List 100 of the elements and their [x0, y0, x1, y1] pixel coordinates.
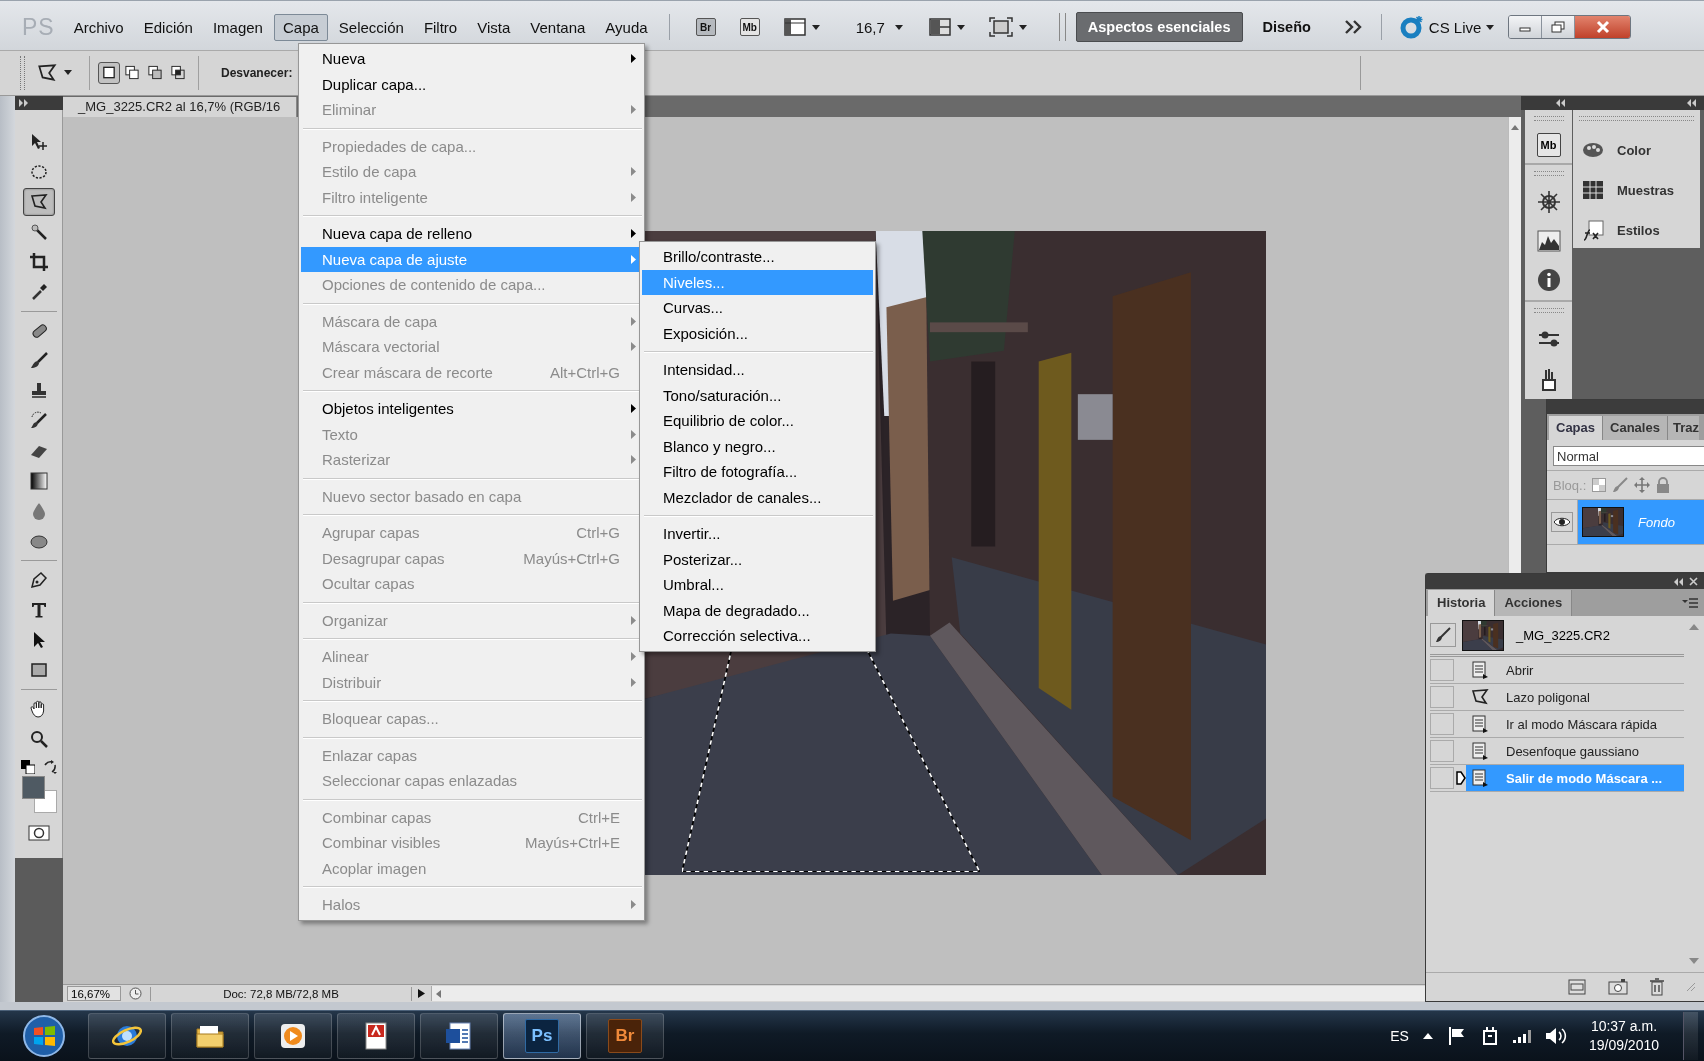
menu-item[interactable]: Corrección selectiva...: [642, 623, 873, 649]
panel-tab[interactable]: Traz: [1667, 416, 1699, 440]
clock-icon[interactable]: [129, 987, 142, 1001]
panel-menu-icon[interactable]: [1682, 597, 1698, 608]
bridge-button[interactable]: Br: [695, 18, 716, 37]
mini-bridge-button[interactable]: Mb: [1536, 132, 1561, 157]
show-hidden-icons-icon[interactable]: [1422, 1033, 1433, 1039]
menu-item[interactable]: Mezclador de canales...: [642, 484, 873, 510]
visibility-toggle[interactable]: [1551, 512, 1573, 532]
snapshot-name[interactable]: _MG_3225.CR2: [1516, 627, 1610, 643]
cs-live-button[interactable]: CS Live: [1399, 15, 1495, 40]
screen-mode-button[interactable]: [988, 17, 1027, 38]
workspace-button[interactable]: Diseño: [1250, 12, 1323, 43]
play-arrow-icon[interactable]: [418, 989, 425, 999]
menu-item[interactable]: Ayuda: [596, 13, 657, 41]
camera-icon[interactable]: [1608, 979, 1628, 995]
taskbar-button[interactable]: [88, 1013, 166, 1059]
start-button[interactable]: [22, 1014, 66, 1058]
blend-mode-field[interactable]: Normal: [1553, 446, 1704, 466]
menu-item[interactable]: Nueva: [301, 46, 642, 72]
language-indicator[interactable]: ES: [1390, 1028, 1409, 1044]
menu-item[interactable]: Posterizar...: [642, 546, 873, 572]
expand-icon[interactable]: [19, 98, 29, 107]
speaker-icon[interactable]: [1544, 1026, 1567, 1046]
vertical-scrollbar[interactable]: [1508, 116, 1521, 573]
menu-item[interactable]: Selección: [329, 13, 413, 41]
close-icon[interactable]: [1689, 577, 1698, 586]
resize-grip-icon[interactable]: [1686, 982, 1696, 992]
panel-tab[interactable]: Capas: [1549, 416, 1604, 440]
clock[interactable]: 10:37 a.m. 19/09/2010: [1588, 1017, 1659, 1055]
menu-item[interactable]: Blanco y negro...: [642, 433, 873, 459]
menu-item[interactable]: Duplicar capa...: [301, 71, 642, 97]
collapse-icon[interactable]: [1673, 577, 1683, 586]
trash-icon[interactable]: [1650, 978, 1664, 996]
menu-item[interactable]: Umbral...: [642, 572, 873, 598]
swap-colors-icon[interactable]: [42, 759, 57, 774]
menu-item[interactable]: Equilibrio de color...: [642, 408, 873, 434]
polygonal-lasso-tool[interactable]: [22, 187, 55, 216]
double-chevron-icon[interactable]: [1344, 20, 1363, 35]
extras-button[interactable]: [783, 18, 820, 37]
taskbar-button[interactable]: [254, 1013, 332, 1059]
horizontal-scrollbar[interactable]: [431, 986, 1426, 1002]
document-tab[interactable]: _MG_3225.CR2 al 16,7% (RGB/16: [63, 96, 297, 117]
lock-move-icon[interactable]: [1634, 477, 1651, 493]
taskbar-button[interactable]: [420, 1013, 498, 1059]
panel-tab[interactable]: Acciones: [1495, 590, 1573, 616]
menu-item[interactable]: Ventana: [521, 13, 595, 41]
panel-tab[interactable]: Historia: [1428, 590, 1496, 616]
menu-item[interactable]: Curvas...: [642, 295, 873, 321]
zoom-dropdown[interactable]: 16,7: [855, 18, 903, 36]
zoom-field[interactable]: 16,67%: [67, 986, 121, 1002]
history-state[interactable]: Abrir: [1466, 657, 1684, 683]
lock-transparency-icon[interactable]: [1592, 478, 1607, 492]
history-state[interactable]: Ir al modo Máscara rápida: [1466, 711, 1684, 737]
history-brush-source[interactable]: [1430, 623, 1456, 647]
default-colors-icon[interactable]: [20, 759, 35, 774]
power-plug-icon[interactable]: [1480, 1026, 1499, 1046]
menu-item[interactable]: Exposición...: [642, 320, 873, 346]
signal-bars-icon[interactable]: [1512, 1029, 1531, 1043]
minimize-button[interactable]: [1509, 16, 1543, 39]
taskbar-button[interactable]: Br: [586, 1013, 664, 1059]
menu-item[interactable]: Filtro de fotografía...: [642, 459, 873, 485]
color-swatches[interactable]: [20, 775, 57, 814]
menu-item[interactable]: Edición: [134, 13, 202, 41]
history-state[interactable]: Lazo poligonal: [1466, 684, 1684, 710]
taskbar-button[interactable]: Ps: [503, 1013, 581, 1059]
menu-item[interactable]: Vista: [468, 13, 520, 41]
submenu-arrow-icon: [631, 342, 636, 352]
taskbar-button[interactable]: [337, 1013, 415, 1059]
scroll-left-icon[interactable]: [436, 989, 441, 998]
arrange-documents-button[interactable]: [928, 18, 965, 37]
menu-item[interactable]: Nueva capa de relleno: [301, 221, 642, 247]
toolbar-grip[interactable]: [1058, 13, 1066, 42]
panel-button[interactable]: Muestras: [1573, 170, 1700, 211]
menu-item[interactable]: Objetos inteligentes: [301, 396, 642, 422]
menu-item[interactable]: Capa: [273, 13, 328, 41]
menu-item[interactable]: Invertir...: [642, 521, 873, 547]
panel-button[interactable]: Estilos: [1573, 210, 1700, 251]
menu-item[interactable]: Archivo: [64, 13, 133, 41]
menu-item[interactable]: Tono/saturación...: [642, 382, 873, 408]
panel-tab[interactable]: Canales: [1603, 416, 1668, 440]
collapse-icon[interactable]: [1555, 98, 1565, 107]
scroll-up-icon[interactable]: [1511, 124, 1519, 130]
menu-item[interactable]: Mapa de degradado...: [642, 597, 873, 623]
restore-button[interactable]: [1542, 16, 1576, 39]
new-selection-button[interactable]: [98, 61, 120, 84]
menu-item[interactable]: Imagen: [203, 13, 272, 41]
collapse-icon[interactable]: [1686, 98, 1696, 107]
history-state[interactable]: Desenfoque gaussiano: [1466, 738, 1684, 764]
flag-icon[interactable]: [1446, 1026, 1467, 1046]
close-button[interactable]: [1575, 16, 1631, 39]
menu-item[interactable]: Brillo/contraste...: [642, 244, 873, 270]
workspace-button[interactable]: Aspectos esenciales: [1075, 12, 1243, 43]
show-desktop-button[interactable]: [1683, 1012, 1698, 1060]
menu-item[interactable]: Intensidad...: [642, 357, 873, 383]
menu-item[interactable]: Filtro: [414, 13, 467, 41]
new-document-icon[interactable]: [1568, 979, 1586, 995]
mini-bridge-button[interactable]: Mb: [739, 18, 760, 37]
taskbar-button[interactable]: [171, 1013, 249, 1059]
panel-button[interactable]: Color: [1573, 130, 1700, 171]
